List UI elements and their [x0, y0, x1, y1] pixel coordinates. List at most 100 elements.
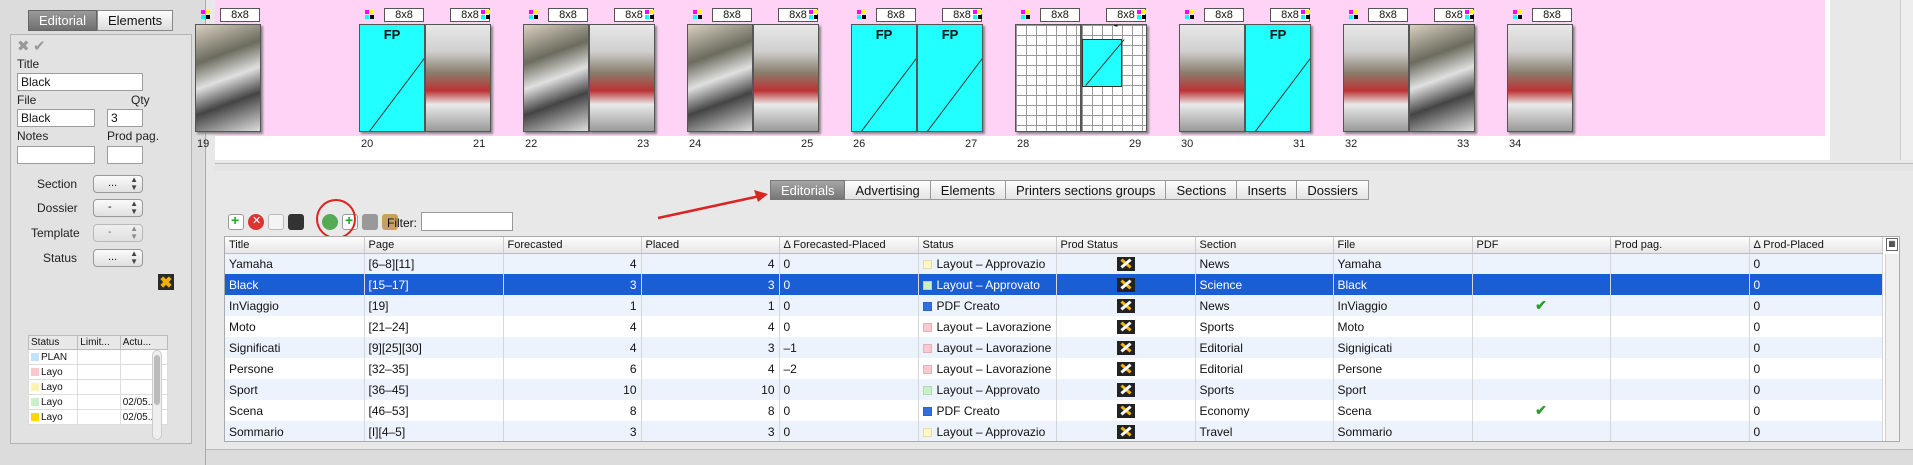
status-history-row[interactable]: Layo: [27, 364, 169, 380]
page-spread[interactable]: 8x8 FP 26 8x8 FP 27: [851, 8, 987, 150]
file-field[interactable]: Black: [17, 109, 95, 127]
title-cell[interactable]: InViaggio: [225, 295, 365, 316]
delta-prod-cell[interactable]: 0: [1749, 274, 1883, 295]
delta-prod-cell[interactable]: 0: [1749, 337, 1883, 358]
tab-editorials[interactable]: Editorials: [770, 180, 846, 200]
delta-cell[interactable]: 0: [779, 421, 919, 441]
scroll-thumb[interactable]: [154, 355, 160, 405]
table-row[interactable]: InViaggio [19] 1 1 0 PDF Creato News InViaggio ✔…: [225, 295, 1883, 316]
page-thumbnail[interactable]: [1343, 24, 1409, 132]
file-cell[interactable]: Black: [1333, 274, 1473, 295]
pdf-cell[interactable]: [1472, 337, 1611, 358]
filter-input[interactable]: [421, 212, 513, 231]
page-thumbnail[interactable]: [753, 24, 819, 132]
page-spread[interactable]: 8x8 22 8x8 23: [523, 8, 659, 150]
notes-field[interactable]: [17, 146, 95, 164]
delta-prod-cell[interactable]: 0: [1749, 253, 1883, 274]
delta-prod-cell[interactable]: 0: [1749, 358, 1883, 379]
prod-status-cell[interactable]: [1056, 337, 1196, 358]
delta-prod-cell[interactable]: 0: [1749, 379, 1883, 400]
delta-cell[interactable]: 0: [779, 295, 919, 316]
forecasted-cell[interactable]: 10: [503, 379, 642, 400]
placed-cell[interactable]: 8: [641, 400, 780, 421]
file-cell[interactable]: InViaggio: [1333, 295, 1473, 316]
placed-cell[interactable]: 4: [641, 358, 780, 379]
page-cell[interactable]: [21–24]: [364, 316, 504, 337]
prod-status-cell[interactable]: [1056, 400, 1196, 421]
forecasted-cell[interactable]: 3: [503, 421, 642, 441]
page-thumbnail[interactable]: [1409, 24, 1475, 132]
qty-field[interactable]: 3: [107, 109, 143, 127]
section-cell[interactable]: Editorial: [1195, 358, 1334, 379]
forecasted-cell[interactable]: 1: [503, 295, 642, 316]
file-cell[interactable]: Yamaha: [1333, 253, 1473, 274]
tab-editorial[interactable]: Editorial: [28, 10, 97, 31]
section-cell[interactable]: Sports: [1195, 316, 1334, 337]
pdf-cell[interactable]: ✔: [1472, 400, 1611, 421]
file-cell[interactable]: Sommario: [1333, 421, 1473, 441]
page-spread[interactable]: 8x8 19: [195, 8, 265, 150]
prod-status-cell[interactable]: [1056, 421, 1196, 441]
delta-prod-cell[interactable]: 0: [1749, 295, 1883, 316]
prodpag-cell[interactable]: [1610, 358, 1750, 379]
section-cell[interactable]: Editorial: [1195, 337, 1334, 358]
title-cell[interactable]: Sport: [225, 379, 365, 400]
tab-sections[interactable]: Sections: [1166, 180, 1238, 200]
page-thumbnail[interactable]: [425, 24, 491, 132]
placed-cell[interactable]: 1: [641, 295, 780, 316]
pdf-cell[interactable]: [1472, 316, 1611, 337]
tab-printers-sections-groups[interactable]: Printers sections groups: [1005, 180, 1167, 200]
status-cell[interactable]: Layout – Approvazio: [918, 253, 1057, 274]
placed-cell[interactable]: 4: [641, 253, 780, 274]
remove-icon[interactable]: ✕: [248, 214, 264, 230]
forecasted-cell[interactable]: 4: [503, 337, 642, 358]
template-select[interactable]: - ▲ ▼: [93, 224, 143, 242]
file-cell[interactable]: Persone: [1333, 358, 1473, 379]
prodpag-cell[interactable]: [1610, 337, 1750, 358]
delta-prod-cell[interactable]: 0: [1749, 316, 1883, 337]
status-cell[interactable]: PDF Creato: [918, 400, 1057, 421]
page-cell[interactable]: [I][4–5]: [364, 421, 504, 441]
editorials-table[interactable]: Title Page Forecasted Placed Δ Forecasted-Pl…: [224, 236, 1900, 442]
column-chooser-icon[interactable]: ▦: [1886, 238, 1898, 251]
indesign-icon[interactable]: [288, 214, 304, 230]
dossier-select[interactable]: - ▲ ▼: [93, 199, 143, 217]
limit-col-header[interactable]: Limit...: [77, 335, 121, 350]
tab-elements[interactable]: Elements: [96, 10, 174, 31]
page-thumbnail[interactable]: [1015, 24, 1081, 132]
table-scrollbar[interactable]: [1885, 254, 1899, 441]
page-thumbnail[interactable]: [687, 24, 753, 132]
title-cell[interactable]: Moto: [225, 316, 365, 337]
pdf-cell[interactable]: [1472, 253, 1611, 274]
status-history-row[interactable]: Layo 02/05...: [27, 394, 169, 410]
page-spread[interactable]: 8x8 30 8x8 FP 31: [1179, 8, 1315, 150]
delta-prod-cell[interactable]: 0: [1749, 400, 1883, 421]
table-row[interactable]: Moto [21–24] 4 4 0 Layout – Lavorazione Sports…: [225, 316, 1883, 337]
page-thumbnail[interactable]: Q: [1081, 24, 1147, 132]
actual-col-header[interactable]: Actu...: [119, 335, 169, 350]
delta-cell[interactable]: 0: [779, 379, 919, 400]
column-header[interactable]: Prod Status: [1056, 237, 1196, 254]
column-header[interactable]: Δ Prod-Placed: [1749, 237, 1883, 254]
file-cell[interactable]: Sport: [1333, 379, 1473, 400]
section-cell[interactable]: News: [1195, 253, 1334, 274]
prod-status-cell[interactable]: [1056, 379, 1196, 400]
page-thumbnail[interactable]: [523, 24, 589, 132]
table-row[interactable]: Scena [46–53] 8 8 0 PDF Creato Economy Scena ✔ 0: [225, 400, 1883, 421]
tab-elements[interactable]: Elements: [930, 180, 1006, 200]
prod-status-cell[interactable]: [1056, 358, 1196, 379]
title-cell[interactable]: Yamaha: [225, 253, 365, 274]
status-select[interactable]: ... ▲ ▼: [93, 249, 143, 267]
placed-cell[interactable]: 3: [641, 337, 780, 358]
file-cell[interactable]: Moto: [1333, 316, 1473, 337]
column-header[interactable]: Prod pag.: [1610, 237, 1750, 254]
page-cell[interactable]: [9][25][30]: [364, 337, 504, 358]
column-header[interactable]: Δ Forecasted-Placed: [779, 237, 919, 254]
prod-status-cell[interactable]: [1056, 316, 1196, 337]
pdf-cell[interactable]: [1472, 421, 1611, 441]
page-thumbnail[interactable]: [1179, 24, 1245, 132]
document-icon[interactable]: [268, 214, 284, 230]
template-app-icon[interactable]: [158, 274, 174, 290]
status-history-row[interactable]: Layo: [27, 379, 169, 395]
prodpag-cell[interactable]: [1610, 379, 1750, 400]
